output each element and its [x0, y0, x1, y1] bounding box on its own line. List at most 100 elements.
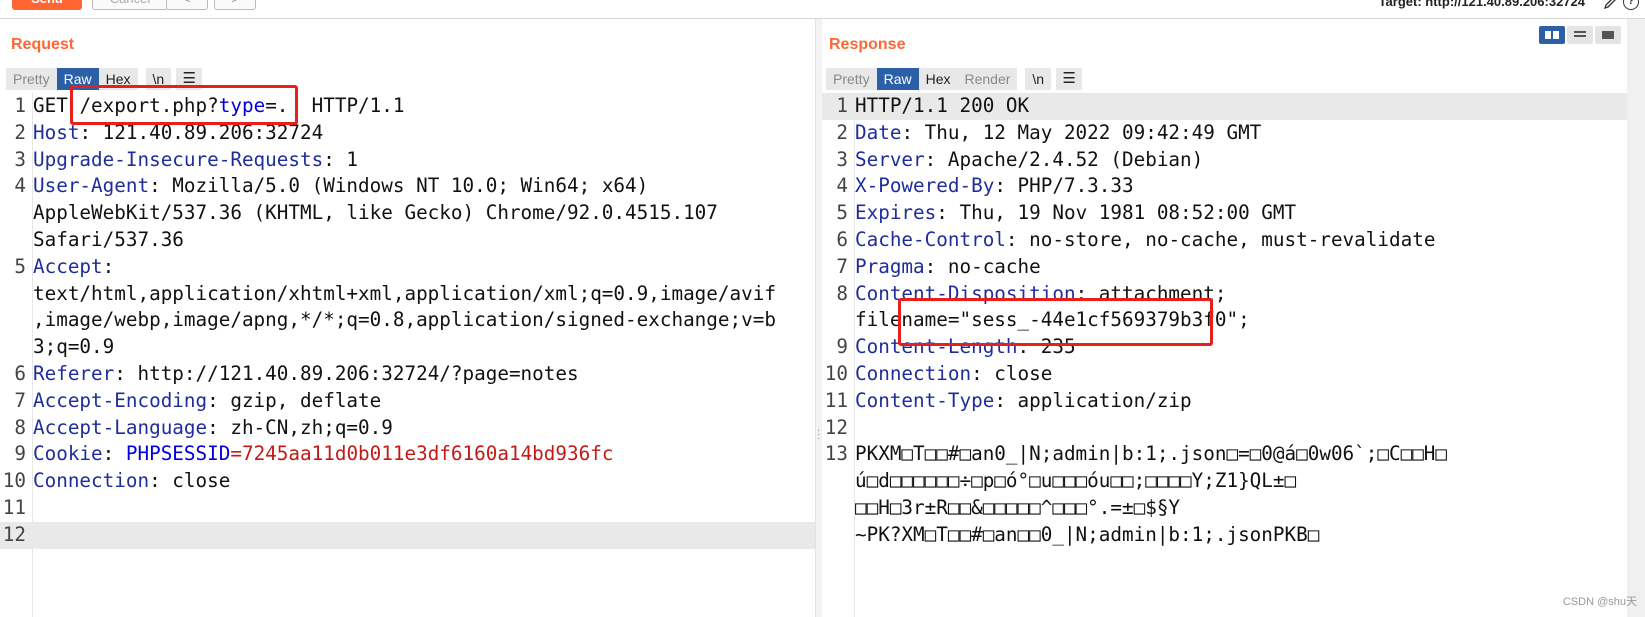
header-name: Referer: [33, 361, 115, 385]
line-content: Accept:: [33, 254, 114, 281]
header-name: User-Agent: [33, 174, 150, 198]
tab-hex[interactable]: Hex: [918, 68, 958, 90]
line-number: 5: [836, 201, 848, 225]
code-line: ~PK?XM□T□□#□an□□0_|N;admin|b:1;.jsonPKB□: [822, 522, 1627, 549]
code-line: 7 Accept-Encoding: gzip, deflate: [0, 388, 815, 415]
header-value: : PHP/7.3.33: [994, 174, 1134, 198]
line-number: [0, 200, 33, 227]
header-name: Cookie: [33, 442, 103, 466]
vertical-scrollbar[interactable]: [1627, 19, 1645, 617]
line-content: text/html,application/xhtml+xml,applicat…: [33, 281, 776, 308]
code-line: 10 Connection: close: [0, 468, 815, 495]
line-content: AppleWebKit/537.36 (KHTML, like Gecko) C…: [33, 200, 718, 227]
line-content: □□H□3r±R□□&□□□□□^□□□°.=±□$§Y: [855, 495, 1180, 522]
back-button[interactable]: <: [166, 0, 208, 10]
line-content: Connection: close: [855, 361, 1052, 388]
line-number: 7: [14, 388, 26, 412]
header-name: Content-Type: [855, 388, 995, 412]
forward-button[interactable]: >: [214, 0, 256, 10]
http-version: HTTP/1.1: [288, 94, 405, 117]
line-number: 10: [824, 361, 848, 385]
highlight-box-filename: [898, 298, 1213, 346]
line-number: 12: [2, 522, 26, 546]
line-content: Cache-Control: no-store, no-cache, must-…: [855, 227, 1435, 254]
line-number: 1: [14, 94, 26, 117]
line-content: X-Powered-By: PHP/7.3.33: [855, 173, 1134, 200]
line-number: [0, 281, 33, 308]
tab-newline[interactable]: \n: [1025, 68, 1052, 90]
line-number: 9: [14, 442, 26, 466]
code-line: 1 HTTP/1.1 200 OK: [822, 93, 1627, 120]
request-editor[interactable]: 1 GET /export.php?type=. HTTP/1.1 2 Host: 1…: [0, 93, 815, 617]
header-name: Date: [855, 120, 902, 144]
line-content: Connection: close: [33, 468, 230, 495]
layout-toggle: [1539, 26, 1621, 44]
header-name: Accept-Language: [33, 415, 208, 439]
stacked-icon[interactable]: [1567, 26, 1593, 44]
line-number: 8: [14, 415, 26, 439]
line-number: 6: [14, 361, 26, 385]
line-content: ~PK?XM□T□□#□an□□0_|N;admin|b:1;.jsonPKB□: [855, 522, 1319, 549]
response-editor[interactable]: 1 HTTP/1.1 200 OK 2 Date: Thu, 12 May 2022 …: [822, 93, 1627, 617]
code-line: 11 Content-Type: application/zip: [822, 388, 1627, 415]
code-line: 3 Server: Apache/2.4.52 (Debian): [822, 147, 1627, 174]
send-button[interactable]: Send: [12, 0, 82, 10]
line-content: Safari/537.36: [33, 227, 184, 254]
single-pane-icon[interactable]: [1595, 26, 1621, 44]
header-value: PKXM□T□□#□an0_|N;admin|b:1;.json□=□0@á□0…: [855, 442, 1448, 466]
code-line: 3;q=0.9: [0, 334, 815, 361]
code-line: 6 Referer: http://121.40.89.206:32724/?pa…: [0, 361, 815, 388]
cancel-button[interactable]: Cancel: [92, 0, 168, 10]
target-label: Target: http://121.40.89.206:32724: [1378, 0, 1585, 9]
line-content: Content-Type: application/zip: [855, 388, 1192, 415]
line-content: Cookie: PHPSESSID=7245aa11d0b011e3df6160…: [33, 441, 613, 468]
tab-pretty[interactable]: Pretty: [826, 68, 877, 90]
pencil-icon[interactable]: [1603, 0, 1617, 10]
tab-raw[interactable]: Raw: [876, 68, 919, 90]
line-number: [822, 468, 855, 495]
code-line: Safari/537.36: [0, 227, 815, 254]
header-value: : http://121.40.89.206:32724/?page=notes: [114, 361, 579, 385]
header-value: : gzip, deflate: [207, 388, 382, 412]
request-lines: 1 GET /export.php?type=. HTTP/1.1 2 Host: 1…: [0, 93, 815, 549]
header-value: Safari/537.36: [33, 227, 184, 251]
line-number: 3: [836, 147, 848, 171]
line-content: ,image/webp,image/apng,*/*;q=0.8,applica…: [33, 307, 776, 334]
code-line: ú□d□□□□□□÷□p□ó°□u□□□óu□□;□□□□Y;Z1}QL±□: [822, 468, 1627, 495]
code-line: 7 Pragma: no-cache: [822, 254, 1627, 281]
toolbar: Send Cancel < > Target: http://121.40.89…: [0, 0, 1645, 19]
code-line: 12: [822, 415, 1627, 442]
code-line: 2 Date: Thu, 12 May 2022 09:42:49 GMT: [822, 120, 1627, 147]
header-value: 3;q=0.9: [33, 335, 115, 359]
line-number: 1: [836, 94, 848, 117]
line-number: 13: [824, 442, 848, 466]
header-value: :: [102, 254, 115, 278]
code-line: 3 Upgrade-Insecure-Requests: 1: [0, 147, 815, 174]
side-by-side-icon[interactable]: [1539, 26, 1565, 44]
header-value: : no-cache: [924, 254, 1041, 278]
header-value: HTTP/1.1 200 OK: [855, 94, 1030, 117]
request-title: Request: [11, 36, 75, 53]
header-name: Server: [855, 147, 925, 171]
header-value: □□H□3r±R□□&□□□□□^□□□°.=±□$§Y: [855, 495, 1181, 519]
cookie-value: 7245aa11d0b011e3df6160a14bd936fc: [241, 442, 614, 466]
tab-render[interactable]: Render: [957, 68, 1018, 90]
line-number: [822, 495, 855, 522]
response-tabs: Pretty Raw Hex Render \n ☰: [826, 68, 1083, 90]
header-value: : close: [149, 469, 231, 493]
tab-pretty[interactable]: Pretty: [6, 68, 57, 90]
code-line: 5 Expires: Thu, 19 Nov 1981 08:52:00 GMT: [822, 200, 1627, 227]
header-name: Connection: [855, 361, 972, 385]
watermark: CSDN @shu天: [1562, 596, 1637, 608]
response-title: Response: [829, 36, 906, 53]
line-number: [0, 307, 33, 334]
drag-handle-icon[interactable]: · · ·: [817, 426, 820, 444]
menu-icon[interactable]: ☰: [1056, 68, 1083, 90]
header-value: : application/zip: [994, 388, 1192, 412]
code-line: 12: [0, 521, 815, 549]
code-line: 5 Accept:: [0, 254, 815, 281]
response-pane: Response Pretty Raw Hex Render \n ☰ 1 HTT…: [822, 19, 1627, 617]
header-value: text/html,application/xhtml+xml,applicat…: [33, 281, 776, 305]
help-icon[interactable]: ?: [1623, 0, 1639, 10]
header-value: : Apache/2.4.52 (Debian): [924, 147, 1204, 171]
